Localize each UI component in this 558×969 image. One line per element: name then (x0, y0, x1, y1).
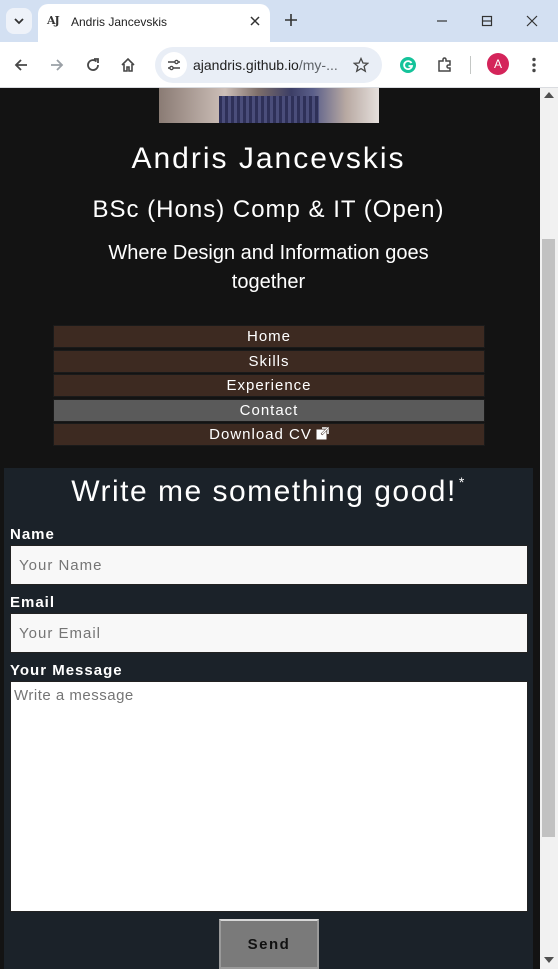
grammarly-icon (400, 57, 416, 73)
browser-toolbar: ajandris.github.io/my-... A (0, 42, 558, 88)
arrow-left-icon (14, 59, 27, 71)
url-path: /my-... (298, 57, 338, 73)
browser-tab-strip: AJ Andris Jancevskis (0, 0, 558, 42)
scroll-down-arrow-icon[interactable] (544, 957, 554, 963)
email-label: Email (10, 594, 56, 611)
reload-button[interactable] (79, 51, 107, 79)
nav-item-contact[interactable]: Contact (53, 398, 485, 422)
profile-tagline: Where Design and Information goes togeth… (108, 242, 429, 293)
toolbar-separator (470, 56, 471, 74)
address-bar[interactable]: ajandris.github.io/my-... (155, 47, 382, 83)
forward-button[interactable] (43, 51, 71, 79)
maximize-icon (481, 15, 493, 27)
page-viewport: Andris Jancevskis BSc (Hons) Comp & IT (… (0, 88, 540, 969)
email-field[interactable] (10, 613, 528, 653)
bookmark-button[interactable] (348, 52, 374, 78)
tune-icon (168, 59, 180, 71)
scroll-up-arrow-icon[interactable] (544, 92, 554, 98)
extensions-button[interactable] (431, 51, 459, 79)
back-button[interactable] (7, 51, 35, 79)
home-icon (121, 57, 135, 72)
profile-name: Andris Jancevskis (131, 142, 406, 175)
plus-icon (285, 14, 297, 26)
url-host: ajandris.github.io (193, 57, 299, 73)
contact-form: Write me something good!* Name Email You… (4, 468, 533, 969)
nav-item-download-cv-label: Download CV (209, 426, 312, 443)
profile-degree: BSc (Hons) Comp & IT (Open) (92, 196, 445, 223)
favicon-icon: AJ (47, 14, 60, 27)
message-field[interactable] (10, 681, 528, 912)
name-field[interactable] (10, 545, 528, 585)
message-label: Your Message (10, 662, 123, 679)
chevron-down-icon (14, 18, 24, 25)
nav-item-download-cv[interactable]: Download CV (53, 423, 485, 446)
home-button[interactable] (114, 51, 142, 79)
browser-tab[interactable]: AJ Andris Jancevskis (38, 4, 270, 42)
minimize-button-main[interactable] (420, 8, 464, 34)
main-nav: Home Skills Experience Contact Download … (53, 325, 485, 448)
puzzle-icon (438, 57, 451, 72)
kebab-menu-icon (532, 57, 536, 73)
contact-form-title-mark: * (458, 474, 466, 490)
scrollbar-thumb[interactable] (542, 239, 555, 837)
tab-close-button[interactable] (246, 12, 264, 30)
contact-form-title: Write me something good! * (4, 474, 533, 509)
nav-item-experience[interactable]: Experience (53, 374, 485, 397)
profile-photo-detail (219, 96, 319, 123)
external-link-icon (316, 427, 329, 440)
window-close-button[interactable] (510, 8, 554, 34)
close-icon (250, 16, 260, 26)
tab-search-button[interactable] (6, 8, 32, 34)
url-text: ajandris.github.io/my-... (193, 57, 338, 73)
nav-item-skills[interactable]: Skills (53, 349, 485, 373)
tab-title: Andris Jancevskis (71, 15, 168, 29)
maximize-button-main[interactable] (465, 8, 509, 34)
star-icon (353, 57, 369, 73)
site-info-button[interactable] (161, 52, 187, 78)
nav-item-home[interactable]: Home (53, 325, 485, 348)
contact-form-title-text: Write me something good! (71, 475, 457, 508)
browser-menu-button[interactable] (520, 51, 548, 79)
reload-icon (87, 58, 99, 71)
new-tab-button[interactable] (280, 10, 302, 32)
grammarly-extension-button[interactable] (394, 51, 422, 79)
send-button[interactable]: Send (219, 919, 319, 969)
profile-avatar[interactable]: A (487, 53, 509, 75)
minimize-icon (437, 20, 447, 22)
profile-photo (159, 88, 379, 123)
close-icon (526, 15, 538, 27)
name-label: Name (10, 526, 55, 543)
page-scrollbar[interactable] (540, 88, 558, 969)
arrow-right-icon (51, 59, 64, 71)
